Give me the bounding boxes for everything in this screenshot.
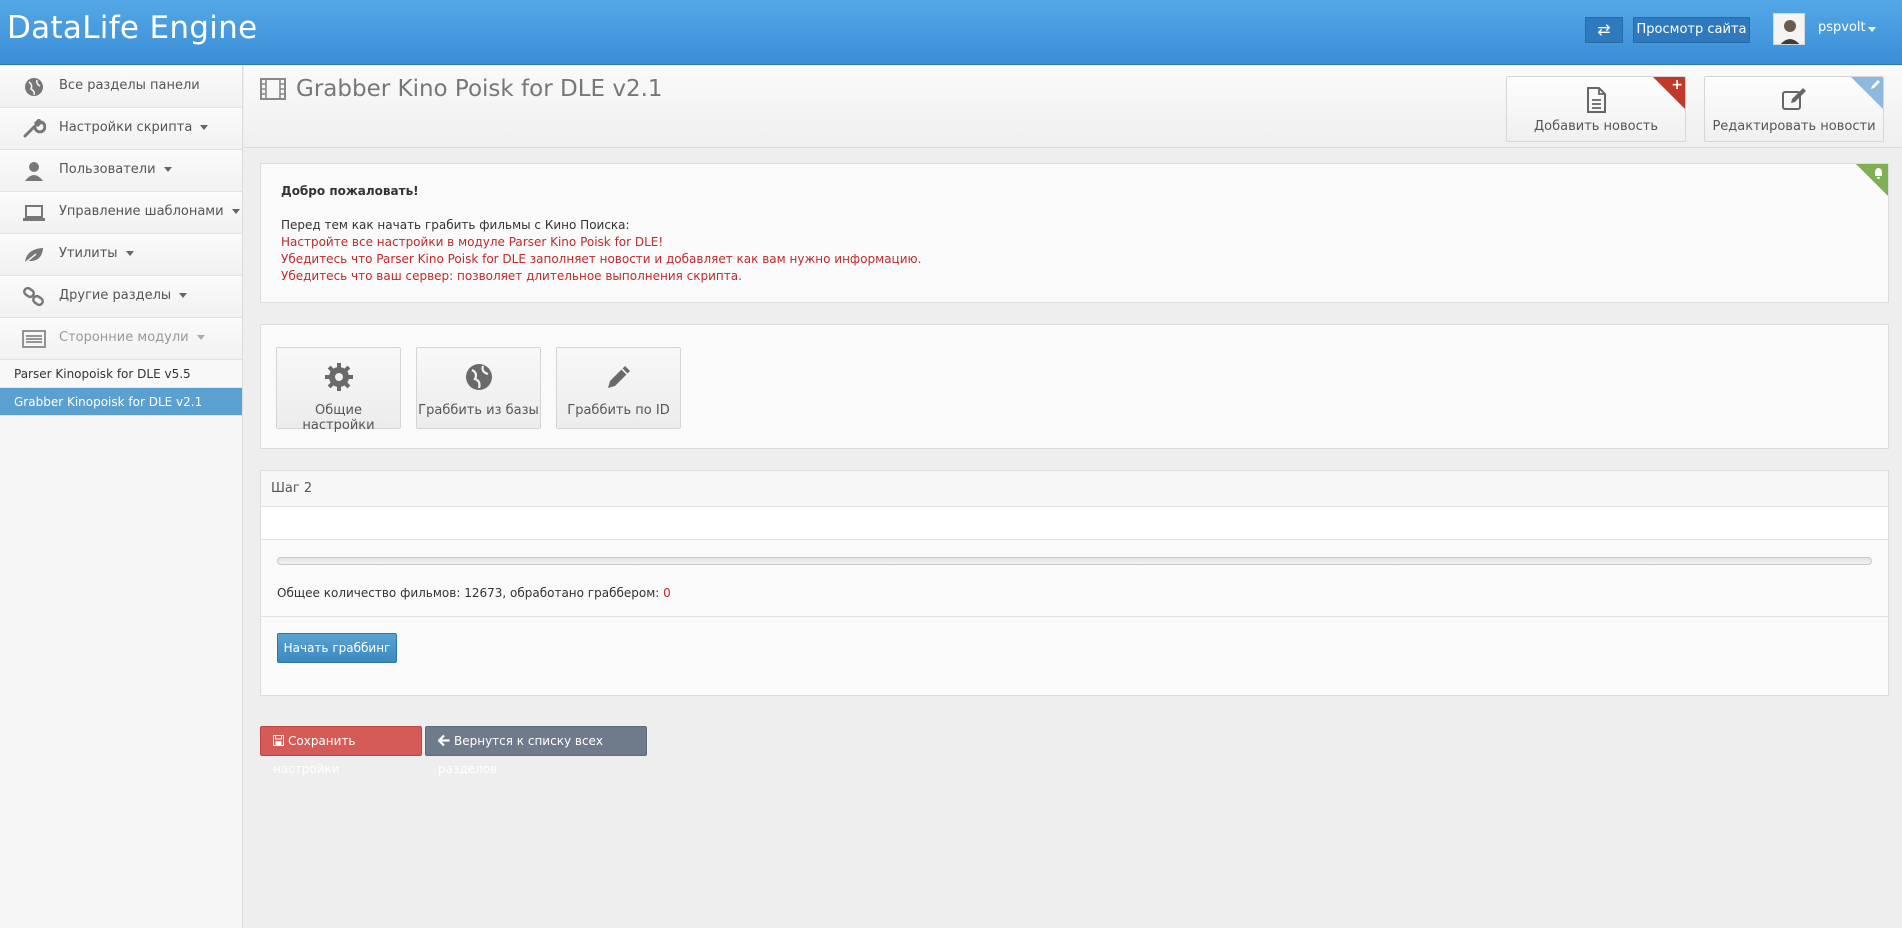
sidebar: Все разделы панели Настройки скрипта Пол… — [0, 66, 243, 928]
leaf-icon — [24, 248, 43, 264]
view-site-button[interactable]: Просмотр сайта — [1633, 17, 1750, 43]
edit-icon — [1782, 88, 1806, 110]
plus-icon: + — [1671, 77, 1683, 93]
sidebar-item-utilities[interactable]: Утилиты — [0, 234, 242, 276]
sidebar-subitem-grabber[interactable]: Grabber Kinopoisk for DLE v2.1 — [0, 388, 242, 416]
chevron-down-icon — [196, 335, 205, 340]
sidebar-subitem-parser[interactable]: Parser Kinopoisk for DLE v5.5 — [0, 360, 242, 388]
page-title: Grabber Kino Poisk for DLE v2.1 — [296, 76, 663, 102]
globe-icon — [25, 78, 43, 96]
sidebar-item-label: Настройки скрипта — [59, 120, 209, 135]
sidebar-item-users[interactable]: Пользователи — [0, 150, 242, 192]
step-title: Шаг 2 — [261, 471, 1888, 507]
back-to-sections-button[interactable]: Вернутся к списку всех разделов — [425, 726, 647, 776]
list-icon — [22, 330, 46, 348]
processed-count: 0 — [663, 586, 671, 600]
laptop-icon — [23, 205, 45, 221]
sidebar-item-label: Пользователи — [59, 162, 172, 177]
edit-news-button[interactable]: Редактировать новости — [1704, 76, 1884, 142]
film-icon — [260, 78, 286, 100]
chevron-down-icon — [200, 125, 209, 130]
link-icon — [23, 287, 44, 307]
sidebar-item-label: Сторонние модули — [59, 330, 205, 345]
step-status-row — [261, 507, 1888, 540]
user-icon — [25, 162, 43, 181]
progress-bar — [277, 557, 1872, 565]
welcome-title: Добро пожаловать! — [281, 184, 419, 198]
page-header: Grabber Kino Poisk for DLE v2.1 + Добави… — [244, 66, 1902, 148]
edit-news-label: Редактировать новости — [1712, 119, 1876, 134]
chevron-down-icon — [179, 293, 188, 298]
grab-from-db-button[interactable]: Граббить из базы — [416, 347, 541, 429]
tools-panel: Общие настройки Граббить из базы Граббит… — [260, 324, 1889, 449]
save-settings-button[interactable]: Сохранить настройки — [260, 726, 422, 776]
avatar-image — [1774, 14, 1804, 44]
welcome-line: Убедитесь что Parser Kino Poisk for DLE … — [281, 252, 922, 266]
brand-logo[interactable]: DataLife Engine — [7, 10, 258, 46]
sidebar-item-label: Утилиты — [59, 246, 134, 261]
chevron-down-icon — [125, 251, 134, 256]
wrench-icon — [23, 119, 46, 138]
globe-icon — [465, 364, 492, 390]
sidebar-item-label: Другие разделы — [59, 288, 188, 303]
film-count: Общее количество фильмов: 12673, обработ… — [277, 586, 671, 600]
welcome-line: Настройте все настройки в модуле Parser … — [281, 235, 664, 249]
sidebar-item-other-sections[interactable]: Другие разделы — [0, 276, 242, 318]
sidebar-item-label: Все разделы панели — [59, 78, 200, 93]
welcome-line: Убедитесь что ваш сервер: позволяет длит… — [281, 269, 742, 283]
swap-icon: ⇄ — [1597, 20, 1611, 39]
chevron-down-icon — [231, 209, 240, 214]
sidebar-item-templates[interactable]: Управление шаблонами — [0, 192, 242, 234]
pencil-icon — [1871, 80, 1880, 89]
bell-icon — [1875, 168, 1882, 179]
grab-by-id-button[interactable]: Граббить по ID — [556, 347, 681, 429]
sidebar-item-label: Управление шаблонами — [59, 204, 240, 219]
chevron-down-icon[interactable] — [1868, 27, 1876, 32]
pencil-icon — [607, 366, 630, 388]
tool-label: Общие настройки — [302, 403, 375, 433]
username-menu[interactable]: pspvolt — [1818, 20, 1866, 35]
sidebar-item-all-sections[interactable]: Все разделы панели — [0, 66, 242, 108]
welcome-intro: Перед тем как начать грабить фильмы с Ки… — [281, 218, 630, 232]
top-header: DataLife Engine ⇄ Просмотр сайта pspvolt — [0, 0, 1902, 65]
add-news-button[interactable]: + Добавить новость — [1506, 76, 1686, 142]
step-panel: Шаг 2 Общее количество фильмов: 12673, о… — [260, 470, 1889, 696]
swap-button[interactable]: ⇄ — [1585, 17, 1623, 43]
add-news-label: Добавить новость — [1533, 119, 1659, 134]
sidebar-item-third-party-modules[interactable]: Сторонние модули — [0, 318, 242, 360]
chevron-down-icon — [163, 167, 172, 172]
sidebar-item-script-settings[interactable]: Настройки скрипта — [0, 108, 242, 150]
gear-icon — [324, 363, 353, 391]
arrow-left-icon — [438, 735, 450, 746]
divider — [261, 616, 1888, 617]
tool-label: Граббить из базы — [418, 403, 539, 418]
tool-label: Граббить по ID — [567, 403, 670, 418]
avatar[interactable] — [1773, 13, 1805, 45]
floppy-icon — [273, 735, 284, 746]
document-icon — [1587, 87, 1606, 113]
general-settings-button[interactable]: Общие настройки — [276, 347, 401, 433]
welcome-panel: Добро пожаловать! Перед тем как начать г… — [260, 163, 1889, 303]
start-grabbing-button[interactable]: Начать граббинг — [277, 633, 397, 663]
